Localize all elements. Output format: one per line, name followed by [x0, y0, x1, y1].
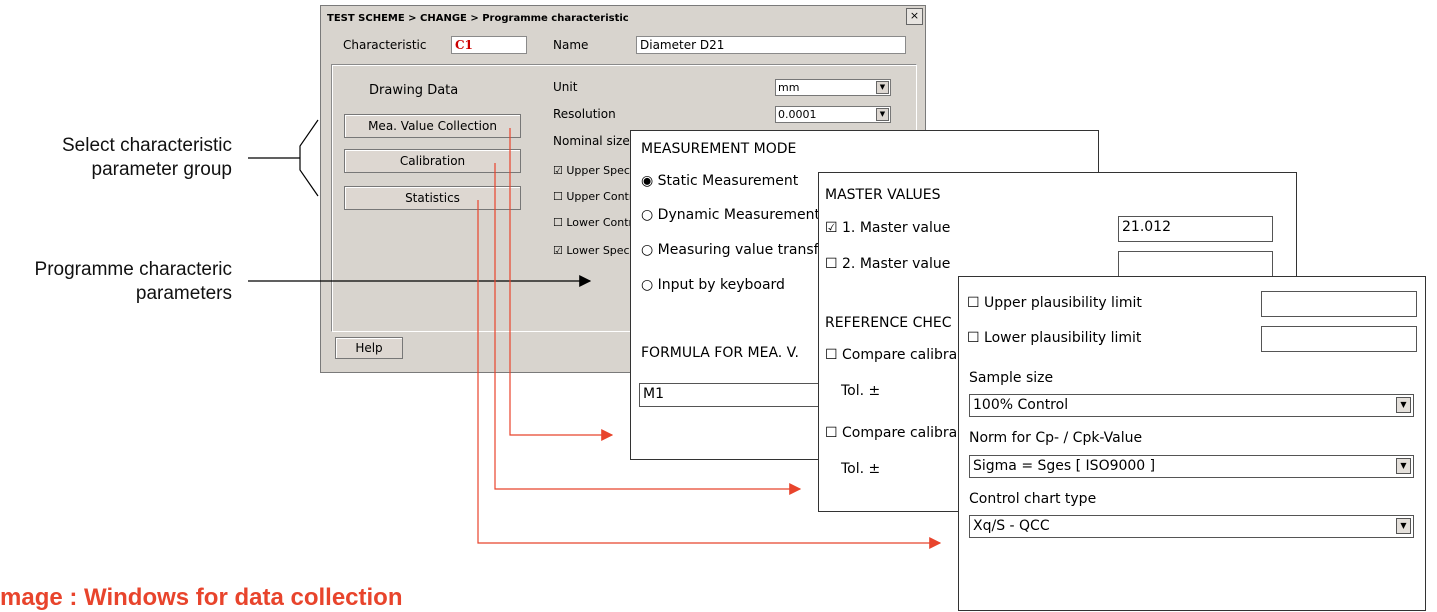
calibration-arrow	[494, 163, 802, 495]
statistics-arrow	[477, 200, 942, 549]
group-bracket	[299, 119, 319, 197]
connector-overlay	[248, 119, 942, 549]
